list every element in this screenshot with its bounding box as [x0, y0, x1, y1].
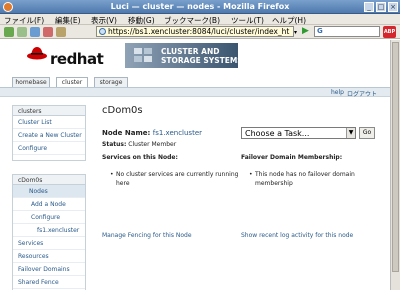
forward-icon[interactable]	[17, 27, 27, 37]
sidebar-item-resources[interactable]: Resources	[13, 250, 85, 263]
bullet-icon: •	[249, 171, 253, 178]
services-header: Services on this Node:	[102, 154, 178, 161]
search-engine-icon: G	[317, 27, 323, 35]
home-icon[interactable]	[56, 27, 66, 37]
logout-link[interactable]: ログアウト	[347, 89, 377, 98]
banner-line2: STORAGE SYSTEMS	[161, 56, 243, 65]
go-button[interactable]: Go	[359, 127, 375, 139]
window-title: Luci — cluster — nodes - Mozilla Firefox	[110, 2, 290, 11]
page-header: redhat CLUSTER AND STORAGE SYSTEMS	[0, 40, 390, 75]
sidebar-cluster: cDom0s Nodes Add a Node Configure fs1.xe…	[12, 174, 86, 290]
services-item: • No cluster services are currently runn…	[110, 170, 246, 188]
sidebar-item-node-configure[interactable]: Configure	[13, 211, 85, 224]
page-content: redhat CLUSTER AND STORAGE SYSTEMS homeb…	[0, 40, 390, 290]
reload-icon[interactable]	[30, 27, 40, 37]
failover-text-1: This node has no failover domain	[255, 171, 355, 178]
failover-header: Failover Domain Membership:	[241, 154, 343, 161]
failover-text-2: membership	[255, 180, 293, 187]
redhat-logo-icon	[27, 47, 47, 60]
navigation-toolbar: https://bs1.xencluster:8084/luci/cluster…	[0, 25, 400, 39]
bullet-icon: •	[110, 171, 114, 178]
status-label: Status:	[102, 141, 127, 148]
services-text: No cluster services are currently runnin…	[116, 171, 239, 187]
sidebar-item-add-node[interactable]: Add a Node	[13, 198, 85, 211]
back-icon[interactable]	[4, 27, 14, 37]
node-name-label: Node Name:	[102, 129, 151, 137]
utility-bar: help ログアウト	[0, 88, 390, 98]
storage-graphic-icon	[134, 48, 152, 62]
close-button[interactable]: ×	[388, 2, 398, 12]
tab-homebase[interactable]: homebase	[12, 77, 50, 87]
sidebar-clusters: clusters Cluster List Create a New Clust…	[12, 105, 86, 161]
status-value: Cluster Member	[128, 141, 177, 148]
sidebar-item-cluster-list[interactable]: Cluster List	[13, 116, 85, 129]
task-select-value: Choose a Task...	[245, 129, 310, 138]
url-text: https://bs1.xencluster:8084/luci/cluster…	[108, 27, 290, 36]
url-history-dropdown-icon[interactable]: ▾	[294, 29, 297, 36]
sidebar-item-configure[interactable]: Configure	[13, 142, 85, 155]
redhat-logo-text: redhat	[50, 50, 104, 68]
go-arrow-icon[interactable]: ▶	[302, 27, 312, 37]
tab-cluster[interactable]: cluster	[56, 77, 88, 87]
scrollbar-thumb[interactable]	[392, 42, 399, 272]
product-banner: CLUSTER AND STORAGE SYSTEMS	[125, 43, 243, 68]
node-name-row: Node Name: fs1.xencluster	[102, 129, 202, 137]
sidebar-item-create-cluster[interactable]: Create a New Cluster	[13, 129, 85, 142]
sidebar-item-services[interactable]: Services	[13, 237, 85, 250]
menubar: ファイル(F) 編集(E) 表示(V) 移動(G) ブックマーク(B) ツール(…	[0, 14, 400, 25]
page-title: cDom0s	[102, 105, 143, 116]
task-select[interactable]: Choose a Task... ▼	[241, 127, 356, 139]
sidebar-item-shared-fence[interactable]: Shared Fence	[13, 276, 85, 289]
sidebar-cluster-header: cDom0s	[13, 175, 85, 185]
banner-line1: CLUSTER AND	[161, 47, 220, 56]
chevron-down-icon: ▼	[346, 128, 355, 138]
show-log-link[interactable]: Show recent log activity for this node	[241, 232, 353, 239]
adblock-icon[interactable]: ABP	[383, 26, 396, 38]
window-titlebar: Luci — cluster — nodes - Mozilla Firefox…	[0, 0, 400, 14]
stop-icon[interactable]	[43, 27, 53, 37]
minimize-button[interactable]: _	[364, 2, 374, 12]
failover-item: • This node has no failover domain membe…	[249, 170, 375, 188]
search-input[interactable]: G	[314, 26, 380, 37]
tab-storage[interactable]: storage	[94, 77, 128, 87]
status-row: Status: Cluster Member	[102, 141, 176, 148]
vertical-scrollbar[interactable]	[390, 40, 400, 290]
site-identity-icon	[99, 28, 106, 35]
url-bar[interactable]: https://bs1.xencluster:8084/luci/cluster…	[96, 26, 294, 37]
sidebar-item-failover-domains[interactable]: Failover Domains	[13, 263, 85, 276]
help-link[interactable]: help	[331, 89, 344, 96]
node-name-link[interactable]: fs1.xencluster	[153, 129, 202, 137]
maximize-button[interactable]: □	[376, 2, 386, 12]
sidebar-item-node-fs1[interactable]: fs1.xencluster	[13, 224, 85, 237]
manage-fencing-link[interactable]: Manage Fencing for this Node	[102, 232, 192, 239]
sidebar-clusters-header: clusters	[13, 106, 85, 116]
sidebar-item-nodes[interactable]: Nodes	[13, 185, 85, 198]
